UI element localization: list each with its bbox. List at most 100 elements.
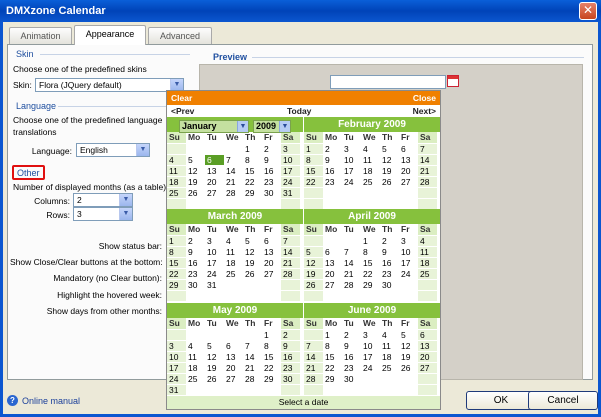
day-cell[interactable]: 10 (361, 340, 380, 351)
day-cell[interactable]: 28 (342, 279, 361, 290)
day-cell[interactable]: 26 (380, 176, 399, 187)
day-cell[interactable]: 7 (224, 154, 243, 165)
day-cell[interactable]: 8 (361, 246, 380, 257)
day-cell[interactable]: 21 (281, 257, 300, 268)
day-cell[interactable]: 18 (361, 165, 380, 176)
day-cell[interactable]: 22 (167, 268, 186, 279)
day-cell[interactable]: 6 (262, 235, 281, 246)
day-cell[interactable]: 26 (205, 373, 224, 384)
day-cell[interactable]: 8 (323, 340, 342, 351)
day-cell[interactable]: 12 (186, 165, 205, 176)
day-cell[interactable]: 6 (418, 329, 437, 340)
next-button[interactable]: Next> (413, 105, 436, 117)
day-cell[interactable]: 12 (399, 340, 418, 351)
skin-select[interactable]: Flora (JQuery default) ▼ (35, 78, 184, 92)
day-cell[interactable]: 19 (186, 176, 205, 187)
day-cell[interactable]: 9 (262, 154, 281, 165)
day-cell[interactable]: 25 (361, 176, 380, 187)
day-cell[interactable]: 16 (281, 351, 300, 362)
day-cell[interactable]: 19 (205, 362, 224, 373)
day-cell[interactable]: 16 (323, 165, 342, 176)
day-cell[interactable]: 24 (342, 176, 361, 187)
day-cell[interactable]: 29 (262, 373, 281, 384)
day-cell[interactable]: 17 (281, 165, 300, 176)
day-cell[interactable]: 6 (399, 143, 418, 154)
day-cell[interactable]: 12 (205, 351, 224, 362)
day-cell[interactable]: 10 (167, 351, 186, 362)
day-cell[interactable]: 4 (418, 235, 437, 246)
day-cell[interactable]: 18 (167, 176, 186, 187)
day-cell[interactable]: 26 (186, 187, 205, 198)
day-cell[interactable]: 24 (281, 176, 300, 187)
day-cell[interactable]: 28 (304, 373, 323, 384)
day-cell[interactable]: 3 (281, 143, 300, 154)
day-cell[interactable]: 29 (361, 279, 380, 290)
day-cell[interactable]: 14 (304, 351, 323, 362)
day-cell[interactable]: 16 (342, 351, 361, 362)
day-cell[interactable]: 13 (224, 351, 243, 362)
month-select[interactable]: January ▼ (179, 120, 249, 133)
day-cell[interactable]: 15 (304, 165, 323, 176)
day-cell[interactable]: 25 (380, 362, 399, 373)
cancel-button[interactable]: Cancel (528, 391, 598, 410)
day-cell[interactable]: 20 (323, 268, 342, 279)
day-cell[interactable]: 30 (186, 279, 205, 290)
day-cell[interactable]: 16 (186, 257, 205, 268)
day-cell[interactable]: 9 (380, 246, 399, 257)
day-cell[interactable]: 8 (167, 246, 186, 257)
year-select[interactable]: 2009 ▼ (253, 120, 291, 133)
day-cell[interactable]: 23 (281, 362, 300, 373)
day-cell[interactable]: 12 (304, 257, 323, 268)
today-button[interactable]: Today (287, 105, 311, 117)
day-cell[interactable]: 11 (186, 351, 205, 362)
day-cell[interactable]: 22 (304, 176, 323, 187)
day-cell[interactable]: 23 (323, 176, 342, 187)
day-cell[interactable]: 2 (380, 235, 399, 246)
day-cell[interactable]: 10 (399, 246, 418, 257)
columns-select[interactable]: 2 ▼ (73, 193, 133, 207)
tab-advanced[interactable]: Advanced (148, 27, 212, 44)
day-cell[interactable]: 15 (262, 351, 281, 362)
day-cell[interactable]: 8 (243, 154, 262, 165)
close-button[interactable]: Close (413, 91, 436, 105)
day-cell[interactable]: 10 (281, 154, 300, 165)
help-icon[interactable]: ? (7, 395, 18, 406)
day-cell[interactable]: 5 (243, 235, 262, 246)
day-cell[interactable]: 29 (243, 187, 262, 198)
day-cell[interactable]: 19 (380, 165, 399, 176)
day-cell[interactable]: 7 (281, 235, 300, 246)
day-cell[interactable]: 23 (342, 362, 361, 373)
day-cell[interactable]: 22 (323, 362, 342, 373)
close-window-button[interactable]: ✕ (579, 2, 597, 20)
day-cell[interactable]: 16 (262, 165, 281, 176)
day-cell[interactable]: 31 (167, 384, 186, 395)
day-cell[interactable]: 19 (304, 268, 323, 279)
day-cell[interactable]: 24 (167, 373, 186, 384)
day-cell[interactable]: 30 (262, 187, 281, 198)
day-cell[interactable]: 23 (262, 176, 281, 187)
day-cell[interactable]: 2 (323, 143, 342, 154)
day-cell[interactable]: 21 (418, 165, 437, 176)
day-cell[interactable]: 25 (224, 268, 243, 279)
calendar-icon[interactable] (447, 75, 459, 87)
day-cell[interactable]: 15 (167, 257, 186, 268)
day-cell[interactable]: 31 (205, 279, 224, 290)
day-cell[interactable]: 3 (167, 340, 186, 351)
day-cell[interactable]: 1 (243, 143, 262, 154)
day-cell[interactable]: 31 (281, 187, 300, 198)
day-cell[interactable]: 28 (224, 187, 243, 198)
day-cell[interactable]: 27 (399, 176, 418, 187)
day-cell[interactable]: 7 (304, 340, 323, 351)
day-cell[interactable]: 20 (224, 362, 243, 373)
clear-button[interactable]: Clear (171, 91, 192, 105)
day-cell[interactable]: 30 (380, 279, 399, 290)
day-cell[interactable]: 20 (205, 176, 224, 187)
day-cell[interactable]: 27 (262, 268, 281, 279)
date-input[interactable] (330, 75, 446, 89)
day-cell[interactable]: 9 (323, 154, 342, 165)
day-cell[interactable]: 3 (399, 235, 418, 246)
day-cell[interactable]: 15 (243, 165, 262, 176)
day-cell[interactable]: 4 (361, 143, 380, 154)
day-cell[interactable]: 28 (243, 373, 262, 384)
day-cell[interactable]: 24 (205, 268, 224, 279)
